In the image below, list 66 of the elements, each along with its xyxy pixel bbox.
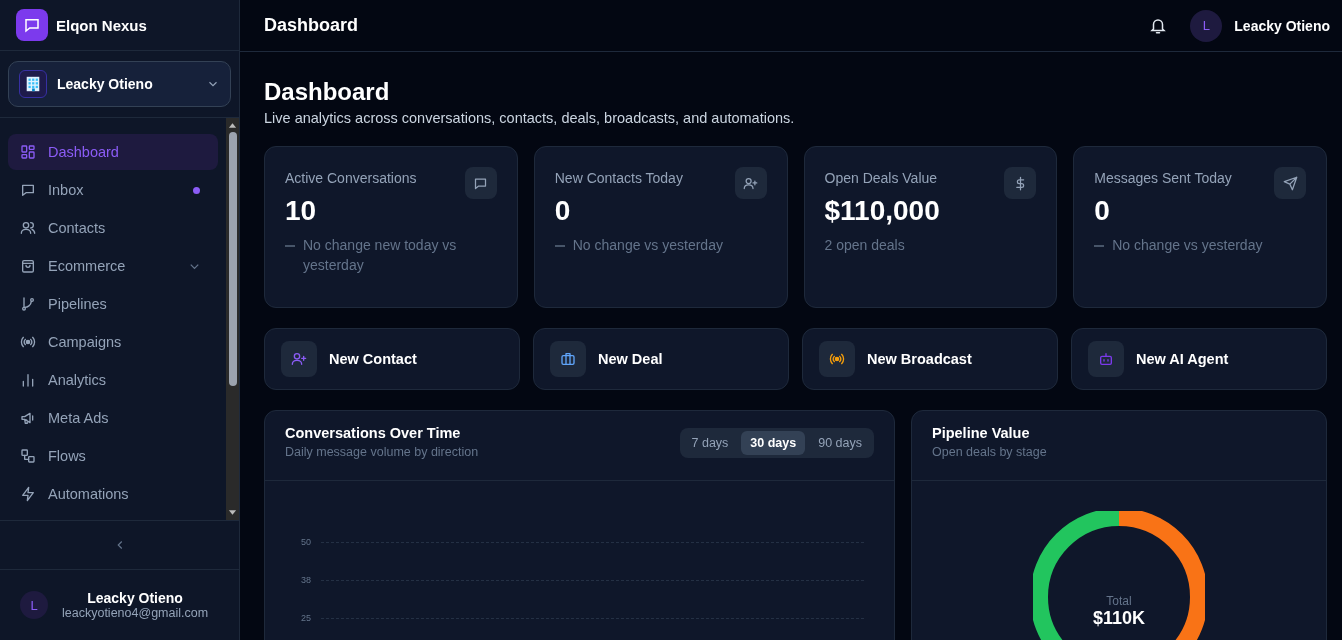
sidebar-item[interactable]: Dashboard [8, 134, 218, 170]
stat-value: $110,000 [824, 195, 941, 227]
chart-title: Conversations Over Time [285, 424, 462, 441]
stat-label: Open Deals Value [824, 170, 938, 186]
stat-label: New Contacts Today [554, 170, 683, 186]
user-name: Leacky Otieno [87, 590, 183, 606]
user-name[interactable]: Leacky Otieno [1234, 17, 1330, 34]
stat-label: Messages Sent Today [1094, 170, 1232, 186]
nav-icon [20, 372, 36, 388]
quick-action-button[interactable]: New Deal [533, 328, 789, 390]
stat-label: Active Conversations [285, 170, 417, 186]
sidebar-item[interactable]: Automations [8, 476, 218, 512]
scrollbar[interactable] [226, 118, 239, 520]
total-value: $110K [1092, 607, 1146, 629]
scroll-up-icon[interactable] [228, 122, 237, 128]
nav-icon [20, 220, 36, 236]
stat-icon [743, 175, 758, 191]
nav-icon [20, 448, 36, 464]
brand-name: Elqon Nexus [56, 16, 147, 34]
nav-icon [20, 182, 36, 198]
page-subtitle: Live analytics across conversations, contacts, deals, broadcasts, and automations. [264, 110, 796, 126]
stat-note: No change vs yesterday [572, 236, 723, 255]
quick-action-button[interactable]: New Broadcast [802, 328, 1058, 390]
sidebar-item[interactable]: Campaigns [8, 324, 218, 360]
sidebar-item[interactable]: Inbox [8, 172, 218, 208]
stat-note: 2 open deals [824, 236, 905, 255]
nav-icon [20, 334, 36, 350]
sidebar-item[interactable]: Pipelines [8, 286, 218, 322]
avatar: L [20, 591, 48, 619]
range-tab[interactable]: 7 days [682, 430, 738, 455]
range-tab[interactable]: 30 days [741, 430, 806, 455]
sidebar-item[interactable]: Flows [8, 438, 218, 474]
stat-icon [1282, 175, 1298, 191]
nav-icon [20, 144, 36, 160]
user-email: leackyotieno4@gmail.com [62, 606, 209, 620]
stat-value: 0 [554, 195, 572, 227]
nav-icon [20, 486, 36, 502]
chart-subtitle: Daily message volume by direction [285, 444, 479, 459]
stat-note: No change new today vs yesterday [303, 236, 458, 275]
sidebar-item[interactable]: Ecommerce [8, 248, 218, 284]
sidebar-item[interactable]: Meta Ads [8, 400, 218, 436]
sidebar-item[interactable]: Analytics [8, 362, 218, 398]
stat-value: 0 [1094, 195, 1111, 227]
logo-icon [16, 9, 48, 41]
quick-action-button[interactable]: New Contact [264, 328, 520, 390]
scroll-down-icon[interactable] [228, 510, 237, 516]
total-label: Total [1106, 593, 1132, 608]
range-tab[interactable]: 90 days [809, 430, 871, 455]
nav-icon [20, 296, 36, 312]
page-title: Dashboard [264, 78, 391, 106]
sidebar-item[interactable]: Contacts [8, 210, 218, 246]
nav-icon [20, 258, 36, 274]
axis-tick-label: 38 [300, 575, 311, 585]
stat-icon [473, 175, 489, 191]
quick-action-button[interactable]: New AI Agent [1071, 328, 1327, 390]
nav-icon [20, 410, 36, 426]
chart-title: Pipeline Value [932, 424, 1031, 441]
avatar[interactable]: L [1190, 9, 1223, 42]
header-title: Dashboard [264, 15, 359, 36]
stat-note: No change vs yesterday [1112, 236, 1263, 255]
building-icon [19, 70, 47, 98]
axis-tick-label: 25 [300, 613, 311, 623]
chart-subtitle: Open deals by stage [932, 444, 1047, 459]
stat-value: 10 [285, 195, 318, 227]
workspace-selector[interactable]: Leacky Otieno [8, 61, 231, 107]
axis-tick-label: 50 [300, 537, 311, 547]
